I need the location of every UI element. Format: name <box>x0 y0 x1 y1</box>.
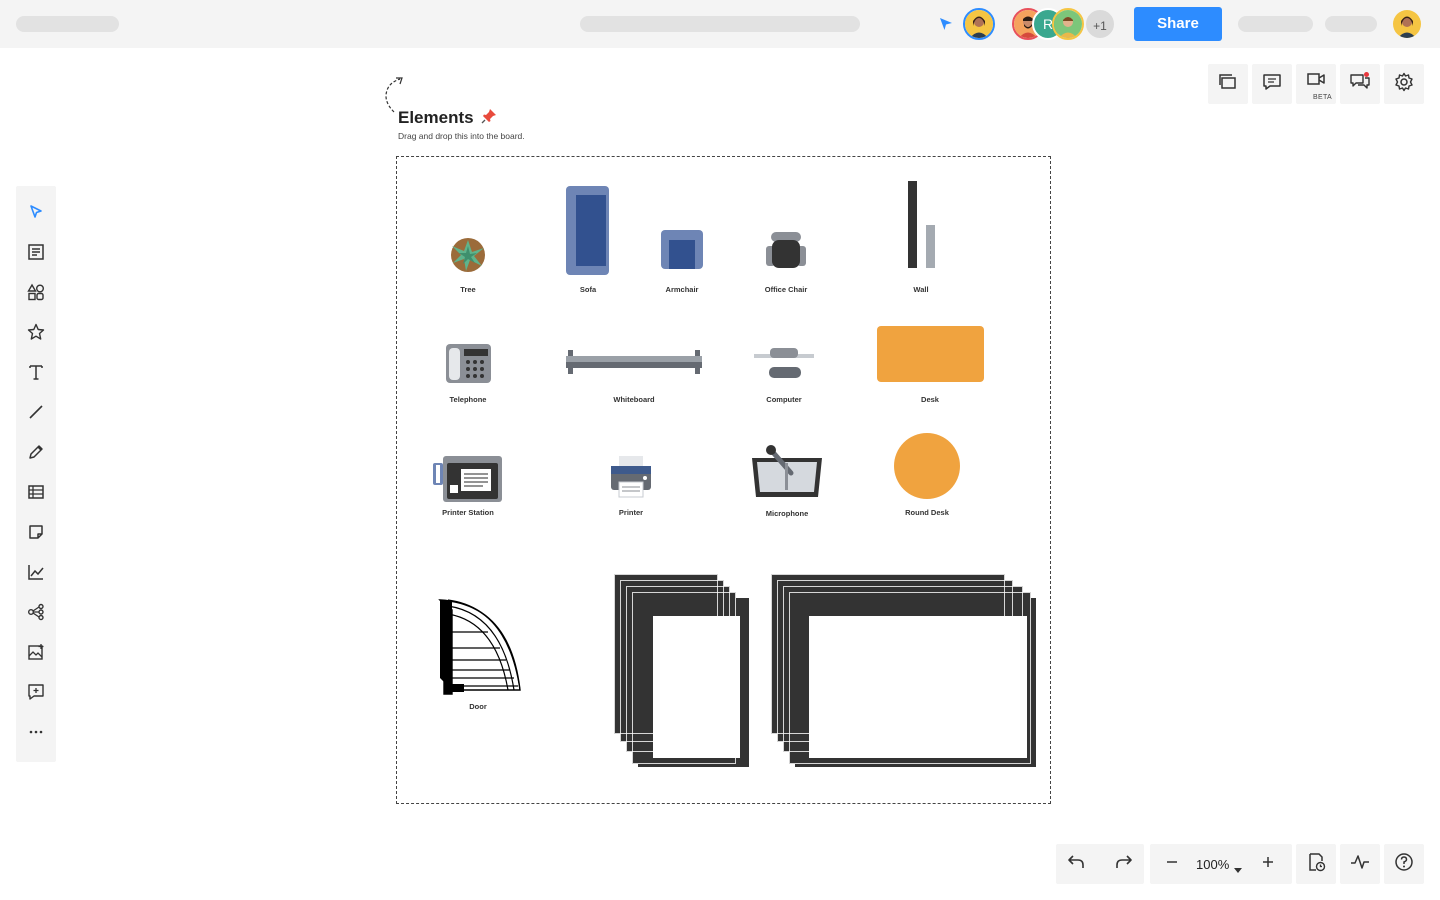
office-chair-element[interactable] <box>766 232 806 275</box>
chart-icon <box>27 563 45 586</box>
chat-button[interactable] <box>1340 64 1380 104</box>
document-history-icon <box>1306 852 1326 877</box>
computer-label: Computer <box>766 395 802 404</box>
microphone-element[interactable] <box>751 445 823 504</box>
share-button[interactable]: Share <box>1134 7 1222 41</box>
door-element[interactable] <box>438 598 524 701</box>
pen-icon <box>27 443 45 466</box>
add-comment-icon <box>27 683 45 706</box>
icons-tool[interactable] <box>24 322 48 346</box>
shapes-icon <box>27 283 45 306</box>
sofa-element[interactable] <box>566 186 610 281</box>
round-desk-element[interactable] <box>893 432 961 505</box>
board-subtitle: Drag and drop this into the board. <box>398 131 525 141</box>
telephone-label: Telephone <box>449 395 487 404</box>
landscape-frame-stack[interactable] <box>771 574 1037 773</box>
printer-element[interactable] <box>611 456 651 503</box>
template-tool[interactable] <box>24 242 48 266</box>
pushpin-icon <box>481 108 497 129</box>
mind-map-tool[interactable] <box>24 602 48 626</box>
board-title: Elements <box>398 108 497 129</box>
line-tool[interactable] <box>24 402 48 426</box>
left-toolbar <box>16 186 56 762</box>
sticky-note-tool[interactable] <box>24 522 48 546</box>
whiteboard-label: Whiteboard <box>613 395 655 404</box>
activity-icon <box>1350 852 1370 877</box>
minus-icon <box>1165 855 1179 874</box>
desk-element[interactable] <box>877 326 984 387</box>
undo-button[interactable] <box>1056 844 1096 884</box>
text-tool[interactable] <box>24 362 48 386</box>
portrait-frame-stack[interactable] <box>614 574 750 773</box>
beta-badge: BETA <box>1313 94 1332 101</box>
office-chair-label: Office Chair <box>764 285 808 294</box>
version-history-button[interactable] <box>1296 844 1336 884</box>
sofa-label: Sofa <box>579 285 597 294</box>
shapes-tool[interactable] <box>24 282 48 306</box>
plus-icon <box>1261 855 1275 874</box>
select-tool[interactable] <box>24 202 48 226</box>
pages-icon <box>1218 72 1238 97</box>
avatar-current-presenter[interactable] <box>963 8 995 40</box>
star-icon <box>27 323 45 346</box>
menu-placeholder-1[interactable] <box>1238 16 1313 32</box>
video-icon <box>1306 69 1326 94</box>
more-tool[interactable] <box>24 722 48 746</box>
zoom-out-button[interactable] <box>1152 844 1192 884</box>
comments-button[interactable] <box>1252 64 1292 104</box>
table-icon <box>27 483 45 506</box>
gear-icon <box>1394 72 1414 97</box>
printer-station-element[interactable] <box>433 455 503 508</box>
menu-placeholder-2[interactable] <box>1325 16 1377 32</box>
printer-label: Printer <box>618 508 644 517</box>
zoom-level[interactable]: 100% <box>1196 857 1229 872</box>
image-tool[interactable] <box>24 642 48 666</box>
tree-label: Tree <box>460 285 476 294</box>
more-collaborators-badge[interactable]: +1 <box>1084 8 1116 40</box>
text-icon <box>27 363 45 386</box>
zoom-dropdown-icon[interactable] <box>1234 861 1242 879</box>
board-name-placeholder[interactable] <box>16 16 119 32</box>
activity-button[interactable] <box>1340 844 1380 884</box>
more-icon <box>27 723 45 746</box>
redo-icon <box>1114 852 1134 877</box>
top-bar: R +1 Share <box>0 0 1440 48</box>
pages-button[interactable] <box>1208 64 1248 104</box>
comment-icon <box>1262 72 1282 97</box>
settings-button[interactable] <box>1384 64 1424 104</box>
image-icon <box>27 643 45 666</box>
door-label: Door <box>469 702 487 711</box>
breadcrumb-placeholder <box>580 16 860 32</box>
armchair-label: Armchair <box>665 285 699 294</box>
whiteboard-element[interactable] <box>566 350 702 379</box>
wall-label: Wall <box>913 285 929 294</box>
mind-map-icon <box>27 603 45 626</box>
desk-label: Desk <box>921 395 939 404</box>
computer-element[interactable] <box>754 344 814 385</box>
chart-tool[interactable] <box>24 562 48 586</box>
pointer-icon <box>27 203 45 226</box>
cursor-follow-icon[interactable] <box>938 16 954 37</box>
telephone-element[interactable] <box>446 344 492 389</box>
armchair-element[interactable] <box>661 230 703 275</box>
template-icon <box>27 243 45 266</box>
table-tool[interactable] <box>24 482 48 506</box>
undo-icon <box>1066 852 1086 877</box>
help-icon <box>1394 852 1414 877</box>
wall-element[interactable] <box>907 181 937 274</box>
avatar-collaborator-3[interactable] <box>1052 8 1084 40</box>
zoom-in-button[interactable] <box>1248 844 1288 884</box>
printer-station-label: Printer Station <box>442 508 494 517</box>
comment-tool[interactable] <box>24 682 48 706</box>
sticky-note-icon <box>27 523 45 546</box>
help-button[interactable] <box>1384 844 1424 884</box>
microphone-label: Microphone <box>765 509 809 518</box>
round-desk-label: Round Desk <box>905 508 949 517</box>
line-icon <box>27 403 45 426</box>
chat-icon <box>1349 71 1371 98</box>
pen-tool[interactable] <box>24 442 48 466</box>
tree-element[interactable] <box>448 236 488 279</box>
redo-button[interactable] <box>1104 844 1144 884</box>
user-avatar[interactable] <box>1391 8 1423 40</box>
